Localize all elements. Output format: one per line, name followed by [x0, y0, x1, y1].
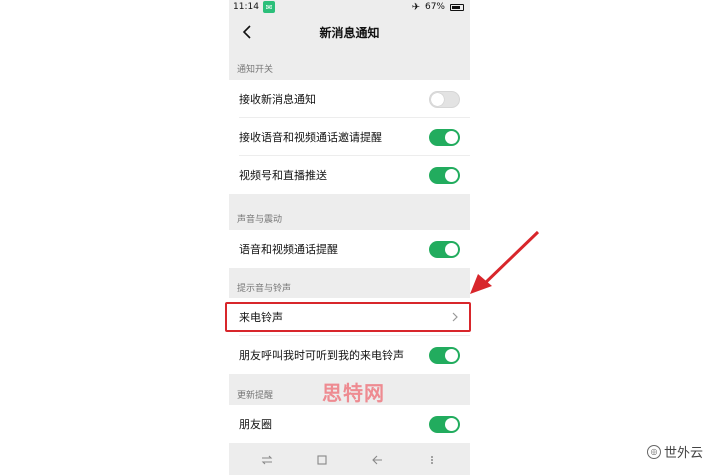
toggle-call-invite-reminder[interactable] [429, 128, 460, 146]
watermark-corner: ◎ 世外云 [646, 442, 703, 461]
row-label: 接收语音和视频通话邀请提醒 [239, 131, 382, 144]
watermark-center: 思特网 [322, 381, 385, 405]
overflow-dots-icon[interactable] [422, 450, 442, 470]
menu-swap-icon[interactable] [257, 450, 277, 470]
row-label: 来电铃声 [239, 311, 283, 324]
row-call-alert[interactable]: 语音和视频通话提醒 [229, 230, 470, 268]
page-title: 新消息通知 [319, 25, 380, 40]
back-arrow-icon[interactable] [367, 450, 387, 470]
row-label: 朋友呼叫我时可听到我的来电铃声 [239, 349, 404, 362]
row-receive-new-messages[interactable]: 接收新消息通知 [229, 80, 470, 118]
section-header-notifications: 通知开关 [237, 64, 274, 75]
system-navigation-bar [229, 444, 470, 475]
row-moments[interactable]: 朋友圈 [229, 405, 470, 443]
home-square-icon[interactable] [312, 450, 332, 470]
toggle-moments[interactable] [429, 415, 460, 433]
row-channels-live-push[interactable]: 视频号和直播推送 [229, 156, 470, 194]
watermark-logo-icon: ◎ [646, 444, 661, 459]
status-time: 11:14 [233, 2, 259, 12]
toggle-receive-new-messages[interactable] [429, 90, 460, 108]
toggle-friend-hear-ringtone[interactable] [429, 346, 460, 364]
watermark-corner-text: 世外云 [663, 446, 703, 461]
row-call-invite-reminder[interactable]: 接收语音和视频通话邀请提醒 [229, 118, 470, 156]
navigation-bar: 新消息通知 [229, 14, 470, 50]
row-friend-hear-ringtone[interactable]: 朋友呼叫我时可听到我的来电铃声 [229, 336, 470, 374]
row-label: 朋友圈 [239, 418, 272, 431]
battery-percent: 67% [424, 2, 445, 12]
status-bar: 11:14 ✉ ✈ 67% [229, 0, 470, 14]
battery-icon [450, 3, 464, 11]
row-label: 视频号和直播推送 [239, 169, 327, 182]
chevron-left-icon[interactable] [237, 22, 257, 42]
toggle-channels-live-push[interactable] [429, 166, 460, 184]
section-header-sound-vibration: 声音与震动 [237, 214, 283, 225]
row-ringtone[interactable]: 来电铃声 [229, 298, 470, 336]
section-header-tones-ringtones: 提示音与铃声 [237, 283, 292, 294]
chevron-right-icon [452, 312, 458, 322]
row-label: 接收新消息通知 [239, 93, 316, 106]
row-label: 语音和视频通话提醒 [239, 243, 338, 256]
annotation-arrow-icon [470, 230, 540, 294]
airplane-icon: ✈ [411, 1, 420, 13]
toggle-call-alert[interactable] [429, 240, 460, 258]
app-notification-icon: ✉ [262, 1, 275, 13]
